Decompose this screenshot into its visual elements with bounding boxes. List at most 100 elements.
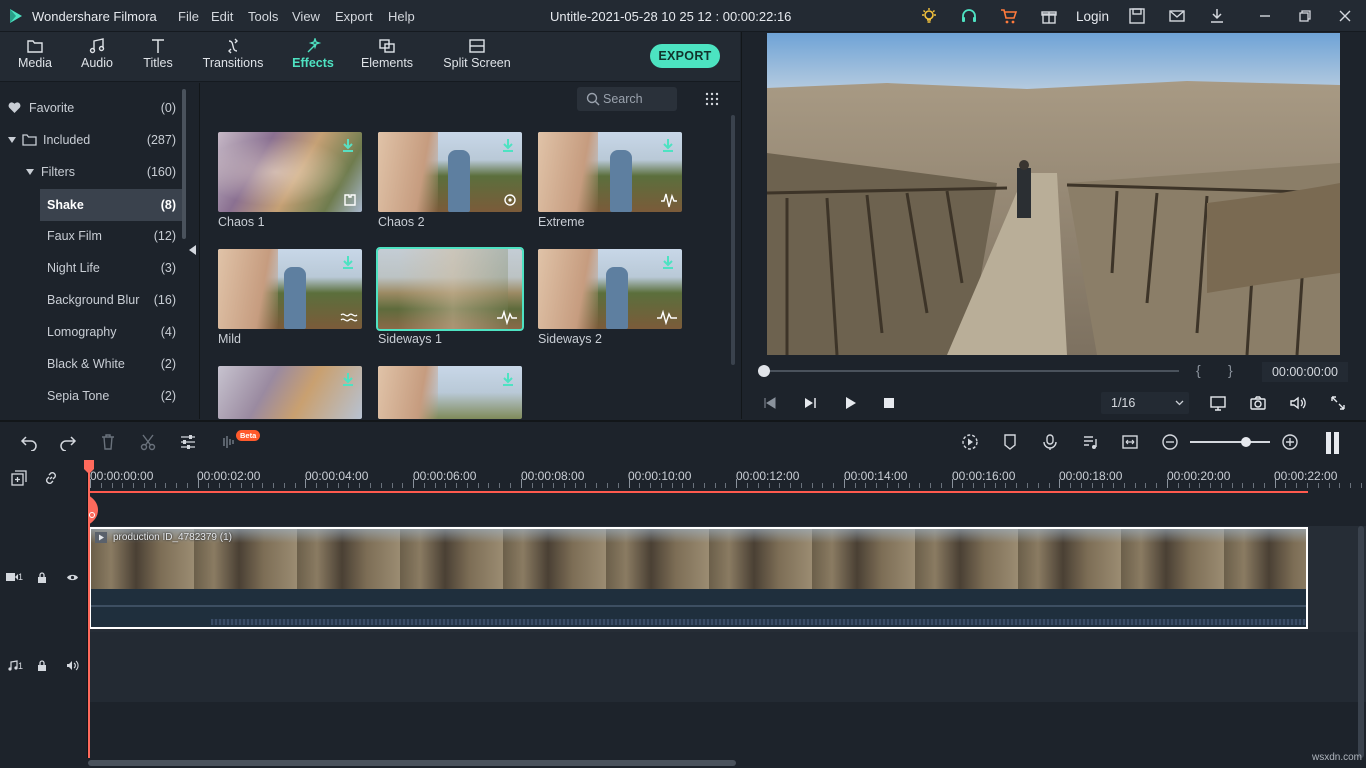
zoom-out-icon[interactable] — [1161, 433, 1179, 451]
sidebar-item-lomography[interactable]: Lomography (4) — [47, 316, 176, 348]
download-icon[interactable] — [342, 255, 354, 269]
preview-quality-dropdown[interactable]: 1/16 — [1101, 392, 1189, 414]
preview-video[interactable] — [767, 33, 1340, 355]
sidebar-item-included[interactable]: Included (287) — [8, 124, 176, 156]
download-icon[interactable] — [1208, 7, 1226, 25]
microphone-icon[interactable] — [1041, 433, 1059, 451]
sidebar-item-faux-film[interactable]: Faux Film (12) — [47, 220, 176, 252]
marker-icon[interactable] — [1001, 433, 1019, 451]
speaker-icon[interactable] — [66, 660, 79, 671]
adjust-icon[interactable] — [179, 433, 197, 451]
search-input[interactable]: Search — [577, 87, 677, 111]
scrollbar-thumb[interactable] — [88, 760, 736, 766]
effect-thumb-row3-1[interactable] — [218, 366, 362, 419]
zoom-slider-handle[interactable] — [1241, 437, 1251, 447]
delete-icon[interactable] — [99, 433, 117, 451]
tab-elements[interactable]: Elements — [357, 32, 417, 82]
download-icon[interactable] — [502, 138, 514, 152]
render-preview-icon[interactable] — [961, 433, 979, 451]
minimize-icon[interactable] — [1256, 7, 1274, 25]
mark-out-button[interactable]: } — [1228, 362, 1233, 378]
playhead-marker-icon[interactable] — [86, 495, 100, 525]
effect-thumb-row3-2[interactable] — [378, 366, 522, 419]
tab-media[interactable]: Media — [10, 32, 60, 82]
sidebar-item-black-white[interactable]: Black & White (2) — [47, 348, 176, 380]
tab-audio[interactable]: Audio — [72, 32, 122, 82]
voiceover-list-icon[interactable] — [1081, 433, 1099, 451]
restore-icon[interactable] — [1296, 7, 1314, 25]
sidebar-scrollbar[interactable] — [182, 89, 186, 239]
volume-icon[interactable] — [1289, 394, 1307, 412]
redo-icon[interactable] — [59, 433, 77, 451]
step-forward-icon[interactable] — [803, 396, 817, 410]
playhead-handle-icon[interactable] — [84, 460, 94, 474]
effect-thumb-mild[interactable] — [218, 249, 362, 329]
zoom-slider-track[interactable] — [1190, 441, 1270, 443]
stop-icon[interactable] — [883, 397, 895, 409]
sidebar-item-sepia-tone[interactable]: Sepia Tone (2) — [47, 380, 176, 412]
bulb-icon[interactable] — [920, 7, 938, 25]
effect-thumb-chaos-2[interactable] — [378, 132, 522, 212]
sidebar-item-filters[interactable]: Filters (160) — [26, 156, 176, 188]
preview-scrubber-handle[interactable] — [758, 365, 770, 377]
effect-thumb-chaos-1[interactable] — [218, 132, 362, 212]
timeline-ruler[interactable]: 00:00:00:00 00:00:02:00 00:00:04:00 00:0… — [88, 462, 1366, 492]
mark-in-button[interactable]: { — [1196, 362, 1201, 378]
sidebar-item-favorite[interactable]: Favorite (0) — [8, 92, 176, 124]
effect-thumb-sideways-2[interactable] — [538, 249, 682, 329]
sidebar-item-night-life[interactable]: Night Life (3) — [47, 252, 176, 284]
close-icon[interactable] — [1336, 7, 1354, 25]
play-icon[interactable] — [843, 396, 857, 410]
menu-help[interactable]: Help — [388, 9, 415, 24]
link-icon[interactable] — [43, 470, 59, 486]
collapse-arrow-icon[interactable] — [189, 245, 196, 255]
effects-grid-scrollbar[interactable] — [731, 115, 735, 365]
zoom-in-icon[interactable] — [1281, 433, 1299, 451]
sidebar-item-background-blur[interactable]: Background Blur (16) — [47, 284, 176, 316]
cart-icon[interactable] — [1000, 7, 1018, 25]
tab-transitions[interactable]: Transitions — [198, 32, 268, 82]
lock-icon[interactable] — [37, 660, 47, 671]
tab-titles[interactable]: Titles — [133, 32, 183, 82]
pause-bars-icon[interactable] — [1324, 431, 1342, 455]
login-button[interactable]: Login — [1076, 9, 1109, 24]
download-icon[interactable] — [342, 372, 354, 386]
effect-thumb-sideways-1[interactable] — [378, 249, 522, 329]
eye-icon[interactable] — [66, 573, 79, 582]
tab-split-screen[interactable]: Split Screen — [440, 32, 514, 82]
timeline-horizontal-scrollbar[interactable] — [88, 758, 1366, 768]
effect-thumb-extreme[interactable] — [538, 132, 682, 212]
snapshot-camera-icon[interactable] — [1249, 394, 1267, 412]
save-icon[interactable] — [1128, 7, 1146, 25]
download-icon[interactable] — [662, 255, 674, 269]
video-clip[interactable]: production ID_4782379 (1) — [89, 527, 1308, 629]
timeline-vertical-scrollbar[interactable] — [1358, 526, 1364, 758]
fullscreen-icon[interactable] — [1329, 394, 1347, 412]
menu-file[interactable]: File — [178, 9, 199, 24]
download-icon[interactable] — [502, 372, 514, 386]
export-button[interactable]: EXPORT — [650, 44, 720, 68]
lock-icon[interactable] — [37, 572, 47, 583]
download-icon[interactable] — [342, 138, 354, 152]
audio-track[interactable] — [88, 632, 1366, 702]
ruler-label: 00:00:22:00 — [1274, 469, 1337, 483]
menu-tools[interactable]: Tools — [248, 9, 278, 24]
add-track-icon[interactable] — [11, 470, 27, 486]
tab-effects[interactable]: Effects — [287, 32, 339, 82]
gift-icon[interactable] — [1040, 7, 1058, 25]
download-icon[interactable] — [662, 138, 674, 152]
display-icon[interactable] — [1209, 394, 1227, 412]
headset-icon[interactable] — [960, 7, 978, 25]
grid-view-icon[interactable] — [705, 92, 719, 106]
menu-export[interactable]: Export — [335, 9, 373, 24]
fit-timeline-icon[interactable] — [1121, 433, 1139, 451]
preview-scrubber-track[interactable] — [763, 370, 1179, 372]
menu-view[interactable]: View — [292, 9, 320, 24]
undo-icon[interactable] — [20, 433, 38, 451]
audio-waveform-icon[interactable] — [219, 433, 237, 451]
mail-icon[interactable] — [1168, 7, 1186, 25]
step-back-icon[interactable] — [763, 396, 777, 410]
cut-icon[interactable] — [139, 433, 157, 451]
sidebar-item-shake[interactable]: Shake (8) — [40, 189, 182, 221]
menu-edit[interactable]: Edit — [211, 9, 233, 24]
